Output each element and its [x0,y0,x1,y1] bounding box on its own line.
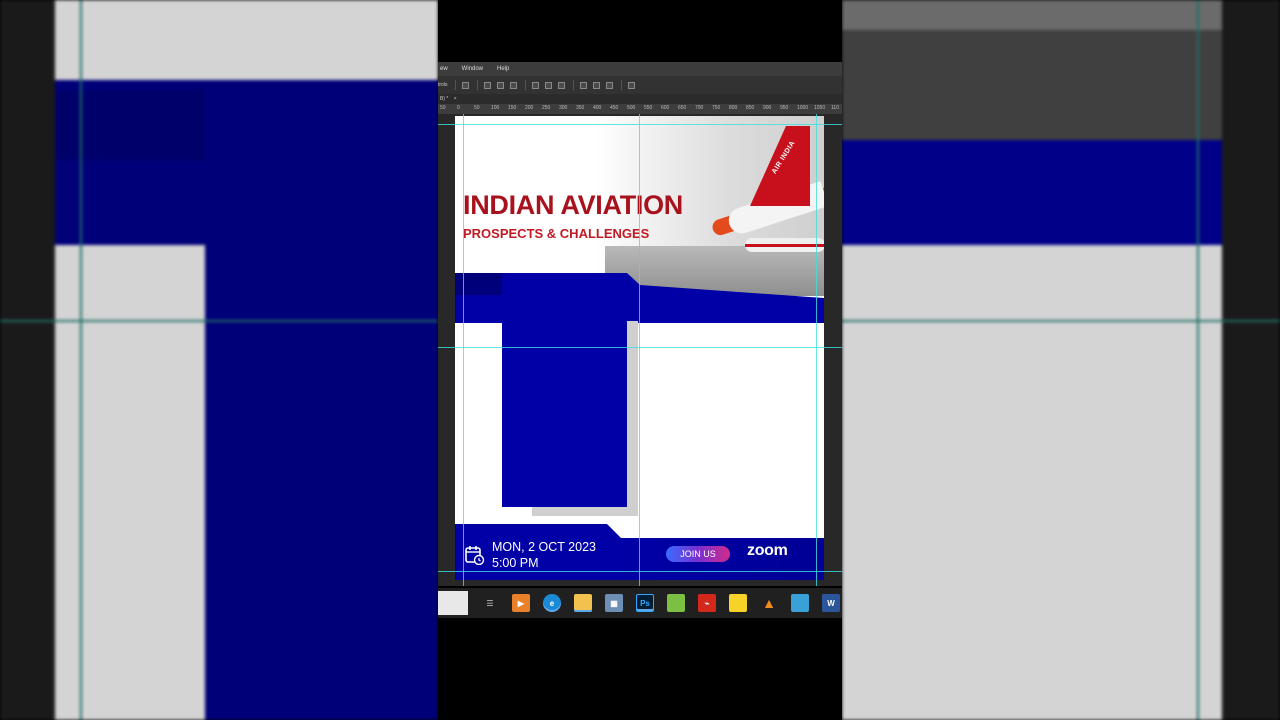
ruler-tick-label: 100 [491,105,500,111]
join-us-button: JOIN US [666,546,730,562]
event-date: MON, 2 OCT 2023 [492,540,596,554]
poster-title: INDIAN AVIATION [463,190,683,220]
task-view-icon[interactable]: ☰ [481,594,499,612]
ruler-tick-label: 550 [644,105,653,111]
video-frame: ew Window Help trols B) * × 50 0 50 100 … [0,0,1280,720]
horizontal-ruler: 50 0 50 100 150 200 250 300 350 400 450 500 550 600 65… [438,104,842,114]
menu-item-view[interactable]: ew [438,66,450,72]
guide-line [438,347,842,348]
blurred-backdrop-left [0,0,438,720]
photoshop-window: ew Window Help trols B) * × 50 0 50 100 … [438,0,842,720]
guide-line [816,114,817,586]
distribute-center-icon[interactable] [545,81,553,89]
menu-item-help[interactable]: Help [495,66,511,72]
ruler-tick-label: 500 [627,105,636,111]
sticky-notes-icon[interactable] [729,594,747,612]
align-left-icon[interactable] [462,81,470,89]
ruler-tick-label: 150 [508,105,517,111]
divider [621,80,623,90]
ruler-tick-label: 900 [763,105,772,111]
ruler-tick-label: 50 [440,105,446,111]
calculator-icon[interactable]: ▦ [605,594,623,612]
paint-icon[interactable] [791,594,809,612]
ruler-tick-label: 950 [780,105,789,111]
ruler-tick-label: 350 [576,105,585,111]
auto-align-icon[interactable] [628,81,636,89]
close-icon[interactable]: × [454,96,457,102]
blurred-backdrop-right [842,0,1280,720]
distribute-right-icon[interactable] [606,81,614,89]
guide-line [438,571,842,572]
distribute-top-icon[interactable] [532,81,540,89]
file-explorer-icon[interactable] [574,594,592,612]
vlc-icon[interactable]: ▲ [760,594,778,612]
poster-subtitle: PROSPECTS & CHALLENGES [463,226,650,241]
ruler-tick-label: 50 [474,105,480,111]
notepad-plus-icon[interactable] [667,594,685,612]
ruler-tick-label: 0 [457,105,460,111]
document-tab-label: B) * [440,96,449,102]
ruler-tick-label: 300 [559,105,568,111]
ruler-tick-label: 110 [831,105,839,111]
guide-line [463,114,464,586]
photoshop-icon[interactable]: Ps [636,594,654,612]
distribute-left-icon[interactable] [580,81,588,89]
guide-line [639,114,640,586]
ruler-tick-label: 450 [610,105,619,111]
event-time: 5:00 PM [492,556,539,570]
ruler-tick-label: 400 [593,105,602,111]
document-tab[interactable]: B) * × [438,94,842,104]
calendar-clock-icon [465,546,485,565]
ruler-tick-label: 700 [695,105,704,111]
options-label: trols [438,82,448,88]
media-player-icon[interactable]: ▶ [512,594,530,612]
app-thumbnail-icon[interactable] [438,591,468,615]
menu-bar: ew Window Help [438,62,842,76]
blue-bar-shape [502,274,627,507]
ruler-tick-label: 250 [542,105,551,111]
ruler-tick-label: 1050 [814,105,826,111]
guide-line [438,124,842,125]
word-icon[interactable]: W [822,594,840,612]
ruler-tick-label: 650 [678,105,687,111]
divider [573,80,575,90]
align-bottom-icon[interactable] [510,81,518,89]
edge-icon[interactable]: e [543,594,561,612]
ruler-tick-label: 750 [712,105,721,111]
distribute-bottom-icon[interactable] [558,81,566,89]
windows-taskbar: ☰ ▶ e ▦ Ps ⌁ ▲ W [438,588,842,618]
acrobat-icon[interactable]: ⌁ [698,594,716,612]
divider [477,80,479,90]
divider [455,80,457,90]
distribute-hcenter-icon[interactable] [593,81,601,89]
background-plane-stripe [745,244,824,247]
zoom-logo: zoom [747,542,788,559]
ruler-tick-label: 200 [525,105,534,111]
ruler-tick-label: 850 [746,105,755,111]
ruler-tick-label: 1000 [797,105,809,111]
ruler-tick-label: 600 [661,105,670,111]
align-middle-icon[interactable] [497,81,505,89]
divider [525,80,527,90]
menu-item-window[interactable]: Window [460,66,485,72]
align-top-icon[interactable] [484,81,492,89]
options-bar: trols [438,76,842,94]
ruler-tick-label: 800 [729,105,738,111]
